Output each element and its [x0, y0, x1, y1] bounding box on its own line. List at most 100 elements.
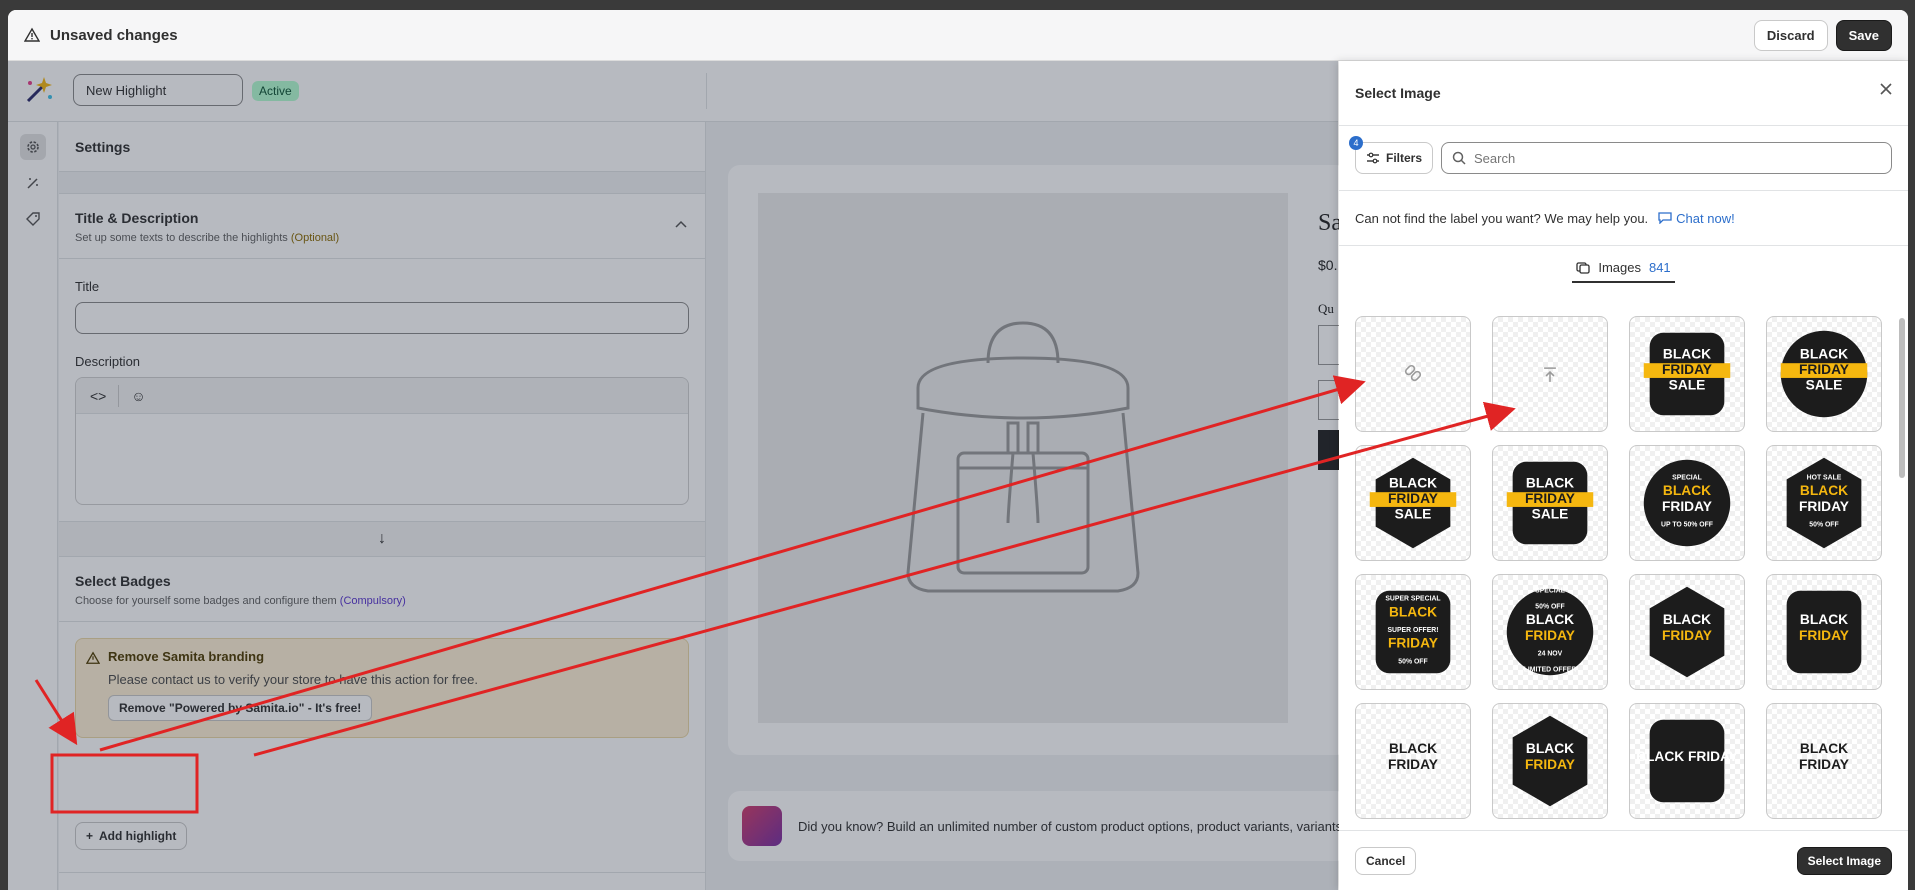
filters-label: Filters	[1385, 151, 1422, 165]
svg-text:24 NOV: 24 NOV	[1538, 651, 1563, 658]
arrow-down-icon: ↓	[59, 521, 705, 557]
image-tile[interactable]: SPECIAL 50% OFF BLACK FRIDAY 24 NOV LIMITED O…	[1492, 574, 1608, 690]
black-friday-badge-image: SPECIAL 50% OFF BLACKFRIDAY 24 NOV LIMITED O…	[1506, 588, 1594, 676]
svg-text:SUPER SPECIAL: SUPER SPECIAL	[1385, 596, 1440, 603]
section-subtitle: Set up some texts to describe the highli…	[75, 232, 288, 244]
title-input[interactable]	[75, 302, 689, 334]
upload-image-tile[interactable]	[1492, 316, 1608, 432]
title-label: Title	[75, 279, 100, 294]
svg-text:BLACK: BLACK	[1526, 475, 1574, 490]
close-icon[interactable]	[1880, 83, 1892, 95]
search-input[interactable]	[1474, 150, 1854, 166]
save-button[interactable]: Save	[1835, 19, 1892, 51]
chat-now-link[interactable]: Chat now!	[1658, 211, 1735, 226]
grid-scrollbar[interactable]	[1898, 306, 1906, 836]
svg-text:SUPER OFFER!: SUPER OFFER!	[1387, 627, 1438, 634]
image-tile[interactable]: BLACK FRIDAY SALE	[1629, 316, 1745, 432]
magic-rail-button[interactable]	[20, 170, 46, 196]
svg-text:SALE: SALE	[1395, 507, 1432, 522]
product-image	[758, 193, 1288, 723]
svg-text:UP TO 50% OFF: UP TO 50% OFF	[1661, 522, 1713, 529]
black-friday-badge-image: HOT SALE BLACKFRIDAY 50% OFF	[1786, 457, 1862, 549]
upload-icon	[1544, 367, 1556, 382]
magic-wand-logo-icon	[26, 77, 52, 103]
filters-button[interactable]: Filters	[1355, 142, 1433, 174]
badges-subtitle: Choose for yourself some badges and conf…	[75, 595, 337, 607]
warning-icon	[86, 651, 100, 664]
image-tile[interactable]: BLACK FRIDAY	[1766, 703, 1882, 819]
svg-text:FRIDAY: FRIDAY	[1799, 499, 1849, 514]
image-tile[interactable]: BLACK FRIDAY	[1629, 574, 1745, 690]
svg-text:SPECIAL: SPECIAL	[1672, 474, 1702, 481]
discard-button[interactable]: Discard	[1753, 19, 1828, 51]
select-image-button[interactable]: Select Image	[1796, 846, 1892, 875]
tip-text: Did you know? Build an unlimited number …	[798, 818, 1343, 834]
image-tile[interactable]: BLACK FRIDAY	[1355, 703, 1471, 819]
plus-icon: +	[86, 829, 94, 843]
image-tile[interactable]: BLACK FRIDAY	[1766, 574, 1882, 690]
tab-images-label: Images	[1598, 260, 1641, 275]
image-tile[interactable]: HOT SALE BLACK FRIDAY 50% OFF	[1766, 445, 1882, 561]
status-badge: Active	[252, 81, 299, 101]
code-icon[interactable]: <>	[90, 388, 106, 404]
badges-title: Select Badges	[75, 573, 171, 589]
tag-icon	[26, 212, 40, 226]
image-tile[interactable]: BLACK FRIDAY SALE	[1492, 445, 1608, 561]
image-tile[interactable]: BLACK FRIDAY	[1492, 703, 1608, 819]
settings-rail-button[interactable]	[20, 134, 46, 160]
svg-text:FRIDAY: FRIDAY	[1662, 628, 1712, 643]
chevron-up-icon[interactable]	[675, 220, 687, 228]
black-friday-badge-image: BLACKFRIDAYSALE	[1643, 332, 1731, 416]
svg-text:BLACK: BLACK	[1389, 741, 1437, 756]
title-description-section[interactable]: Title & Description Set up some texts to…	[59, 194, 705, 259]
black-friday-badge-image: BLACKFRIDAYSALE	[1506, 461, 1594, 545]
svg-text:BLACK: BLACK	[1663, 346, 1711, 361]
image-tile[interactable]: SPECIAL BLACK FRIDAY UP TO 50% OFF	[1629, 445, 1745, 561]
svg-text:BLACK: BLACK	[1389, 475, 1437, 490]
remove-branding-button[interactable]: Remove "Powered by Samita.io" - It's fre…	[108, 695, 373, 721]
app-header: New Highlight Active	[8, 61, 1338, 122]
svg-text:FRIDAY: FRIDAY	[1525, 491, 1575, 506]
black-friday-badge-image: BLACKFRIDAYSALE	[1780, 330, 1868, 418]
emoji-icon[interactable]: ☺	[131, 388, 145, 404]
svg-text:SALE: SALE	[1806, 378, 1843, 393]
black-friday-badge-image: BLACKFRIDAY	[1786, 590, 1862, 674]
filters-count-badge: 4	[1349, 136, 1363, 150]
svg-text:HOT SALE: HOT SALE	[1807, 474, 1842, 481]
help-text: Can not find the label you want? We may …	[1355, 210, 1649, 226]
section-title: Title & Description	[75, 210, 199, 226]
backpack-icon	[906, 321, 1140, 593]
image-tile[interactable]: BLACK FRIDAY SALE	[1766, 316, 1882, 432]
banner-title: Remove Samita branding	[108, 649, 265, 664]
app-window: Unsaved changes Discard Save New Highlig…	[8, 10, 1908, 890]
tab-images-count: 841	[1648, 260, 1671, 275]
description-editor[interactable]: <> ☺	[75, 377, 689, 505]
add-from-url-tile[interactable]	[1355, 316, 1471, 432]
add-highlight-button[interactable]: + Add highlight	[75, 822, 188, 850]
product-price: $0.	[1318, 257, 1338, 273]
black-friday-badge-image: SUPER SPECIALBLACK SUPER OFFER! FRIDAY 50% …	[1375, 590, 1451, 674]
tag-rail-button[interactable]	[20, 206, 46, 232]
image-tile[interactable]: BLACK FRIDAY	[1629, 703, 1745, 819]
highlight-name-input[interactable]: New Highlight	[73, 74, 243, 106]
svg-text:FRIDAY: FRIDAY	[1525, 628, 1575, 643]
side-rail	[8, 122, 58, 890]
svg-text:FRIDAY: FRIDAY	[1799, 362, 1849, 377]
cancel-button[interactable]: Cancel	[1355, 846, 1417, 875]
compulsory-tag: (Compulsory)	[339, 595, 406, 607]
image-tile[interactable]: SUPER SPECIAL BLACK SUPER OFFER! FRIDAY 50% …	[1355, 574, 1471, 690]
banner-desc: Please contact us to verify your store t…	[108, 672, 478, 687]
wand-icon	[27, 178, 38, 189]
images-icon	[1576, 261, 1590, 274]
svg-text:SPECIAL: SPECIAL	[1535, 588, 1565, 595]
chat-now-label: Chat now!	[1676, 210, 1735, 226]
filter-icon	[1366, 152, 1379, 164]
unsaved-changes-bar: Unsaved changes Discard Save	[8, 10, 1908, 61]
tip-card: Did you know? Build an unlimited number …	[728, 791, 1348, 861]
black-friday-badge-image: BLACK FRIDAY	[1636, 719, 1738, 803]
tab-images[interactable]: Images 841	[1572, 254, 1675, 283]
search-box[interactable]	[1441, 142, 1892, 174]
image-tile[interactable]: BLACK FRIDAY SALE	[1355, 445, 1471, 561]
svg-text:BLACK: BLACK	[1800, 612, 1848, 627]
svg-text:BLACK FRIDAY: BLACK FRIDAY	[1636, 749, 1738, 764]
